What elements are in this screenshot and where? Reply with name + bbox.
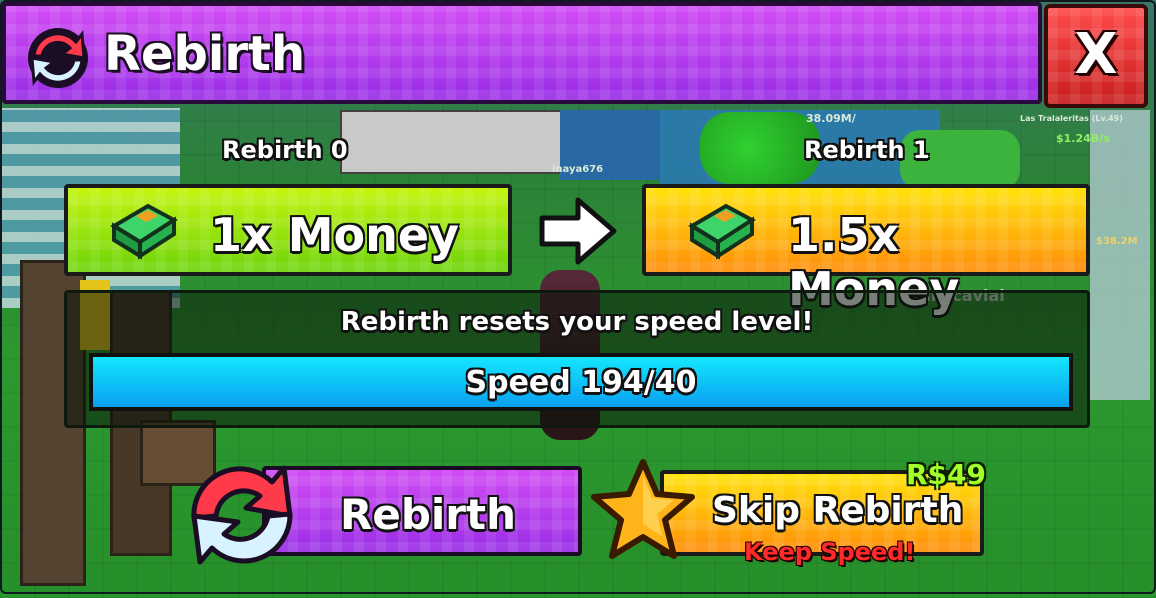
title-bar: Rebirth xyxy=(2,2,1042,104)
close-button[interactable]: X xyxy=(1044,4,1148,108)
rebirth-cycle-icon xyxy=(191,465,293,565)
next-rebirth-label: Rebirth 1 xyxy=(804,136,930,164)
rebirth-button-label: Rebirth xyxy=(340,490,516,539)
speed-reset-message: Rebirth resets your speed level! xyxy=(340,307,814,337)
cash-stack-icon xyxy=(688,203,756,260)
rebirth-cycle-icon xyxy=(28,28,88,88)
skip-rebirth-label: Skip Rebirth xyxy=(712,490,964,531)
star-icon xyxy=(591,459,695,559)
speed-panel: Rebirth resets your speed level! Speed 1… xyxy=(64,290,1090,428)
keep-speed-label: Keep Speed! xyxy=(744,538,916,566)
current-reward-box: 1x Money xyxy=(64,184,512,276)
cash-stack-icon xyxy=(110,203,178,260)
close-icon: X xyxy=(1074,22,1118,87)
speed-progress-text: Speed 194/40 xyxy=(465,365,697,400)
skip-price-label: R$49 xyxy=(906,458,987,491)
next-reward-box: 1.5x Money xyxy=(642,184,1090,316)
rebirth-button[interactable]: Rebirth xyxy=(262,466,582,556)
current-reward-text: 1x Money xyxy=(210,208,460,262)
speed-progress-bar: Speed 194/40 xyxy=(89,353,1073,411)
right-arrow-icon xyxy=(539,197,617,265)
window-title: Rebirth xyxy=(104,26,306,82)
current-rebirth-label: Rebirth 0 xyxy=(222,136,348,164)
